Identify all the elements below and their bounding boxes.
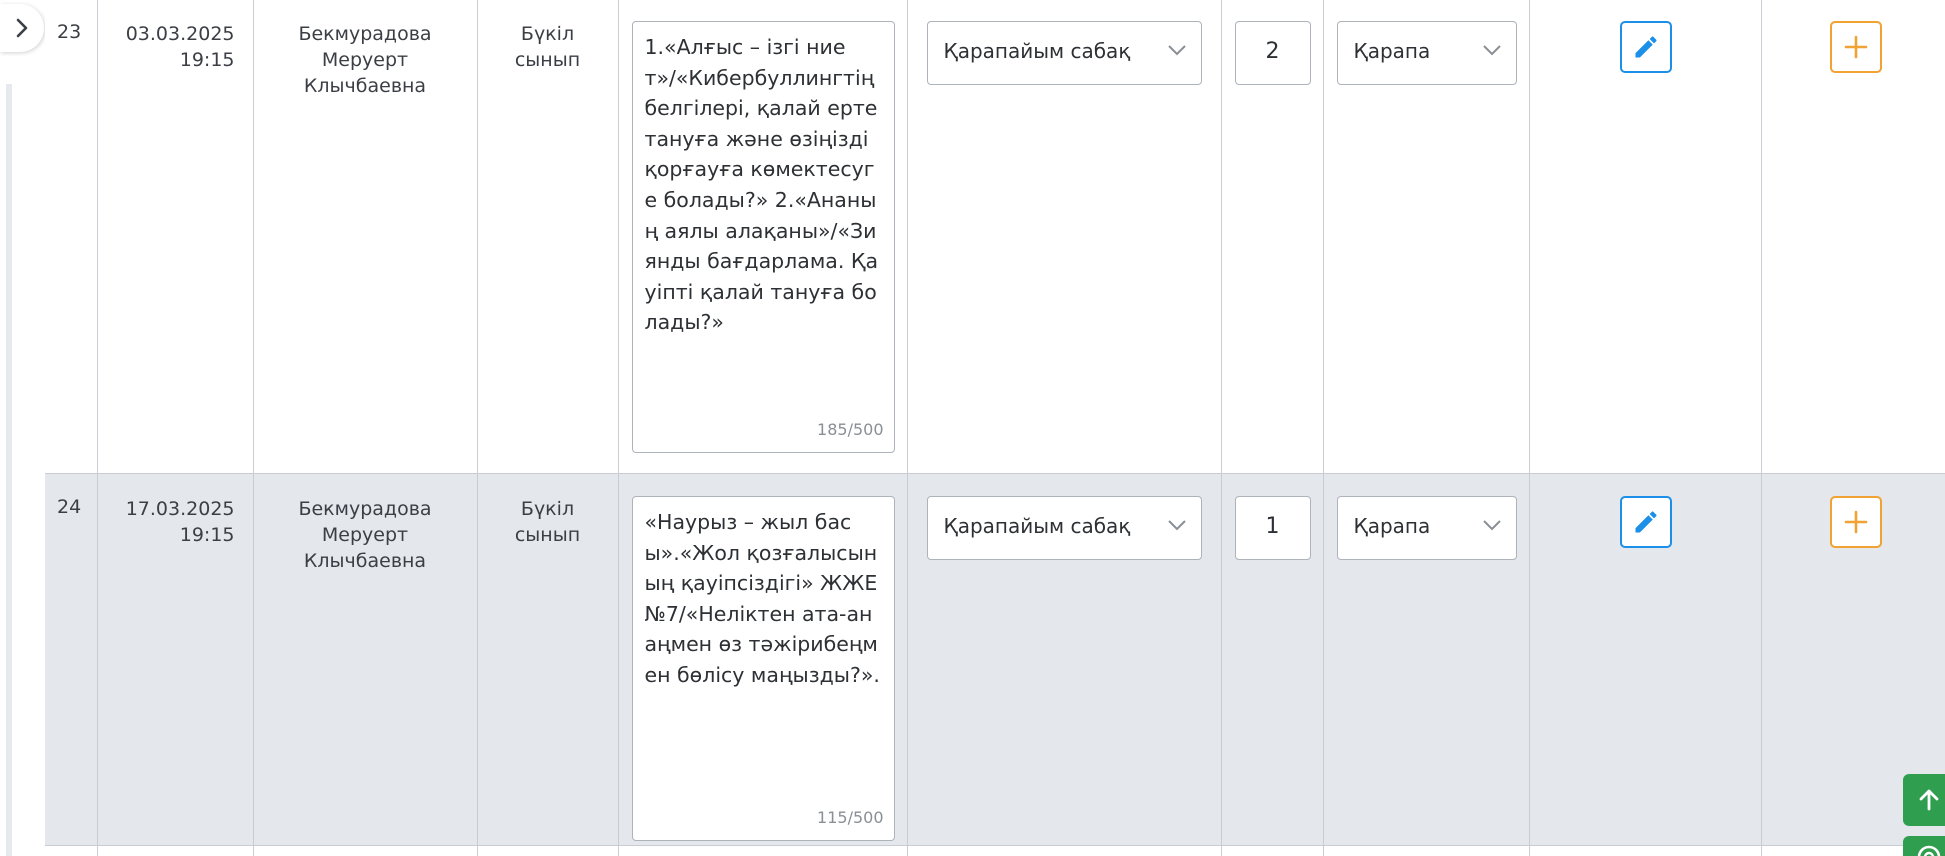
type2-cell: Қарапа (1323, 0, 1530, 474)
topic-textarea[interactable]: 1.«Алғыс – ізгі ниет»/«Кибербуллингтің б… (631, 21, 895, 453)
teacher-name: Бекмурадова Меруерт Клычбаевна (253, 473, 478, 846)
group-line-1: Бүкіл (520, 498, 575, 520)
lesson-time: 19:15 (179, 49, 235, 71)
pencil-icon (1635, 511, 1656, 533)
chevron-down-icon (1482, 45, 1501, 56)
edit-button[interactable] (1619, 496, 1672, 548)
row-number: 24 (45, 473, 98, 846)
hours-input[interactable]: 1 (1234, 496, 1311, 560)
chevron-down-icon (1482, 520, 1501, 531)
edit-cell (1529, 0, 1762, 474)
topic-cell: «Наурыз – жыл басы».«Жол қозғалысының қа… (618, 473, 908, 846)
add-button[interactable] (1829, 21, 1882, 73)
teacher-first-name: Меруерт (321, 49, 409, 71)
hours-cell: 2 (1221, 0, 1324, 474)
lesson-date: 17.03.2025 (125, 498, 235, 520)
scroll-top-button[interactable] (1903, 774, 1945, 826)
add-button[interactable] (1829, 496, 1882, 548)
teacher-surname: Бекмурадова (298, 23, 432, 45)
topic-char-counter: 115/500 (817, 808, 884, 828)
type2-cell (1323, 845, 1530, 856)
help-button[interactable] (1903, 836, 1945, 856)
lesson-date: 03.03.2025 (125, 23, 235, 45)
teacher-patronymic: Клычбаевна (303, 75, 427, 97)
plus-icon (1844, 510, 1867, 534)
teacher-name (253, 845, 478, 856)
sidebar-rail (6, 84, 12, 856)
type2-select[interactable]: Қарапа (1336, 21, 1517, 85)
arrow-up-icon (1919, 789, 1939, 811)
chevron-down-icon (1167, 45, 1186, 56)
teacher-first-name: Меруерт (321, 524, 409, 546)
row-number (45, 845, 98, 856)
lesson-time: 19:15 (179, 524, 235, 546)
lesson-datetime (97, 845, 254, 856)
lesson-type-value: Қарапайым сабақ (943, 39, 1131, 63)
lesson-type-select[interactable]: Қарапайым сабақ (926, 496, 1202, 560)
lesson-type-cell: Қарапайым сабақ (907, 473, 1222, 846)
topic-cell (618, 845, 908, 856)
lesson-journal-table: 23 03.03.2025 19:15 Бекмурадова Меруерт … (45, 0, 1945, 856)
teacher-patronymic: Клычбаевна (303, 550, 427, 572)
sidebar-toggle-button[interactable] (0, 4, 44, 52)
topic-char-counter: 185/500 (817, 420, 884, 440)
topic-text: 1.«Алғыс – ізгі ниет»/«Кибербуллингтің б… (644, 35, 879, 335)
plus-icon (1844, 35, 1867, 59)
hours-input[interactable]: 2 (1234, 21, 1311, 85)
hours-cell: 1 (1221, 473, 1324, 846)
hours-cell (1221, 845, 1324, 856)
teacher-surname: Бекмурадова (298, 498, 432, 520)
topic-cell: 1.«Алғыс – ізгі ниет»/«Кибербуллингтің б… (618, 0, 908, 474)
chevron-down-icon (1167, 520, 1186, 531)
type2-value: Қарапа (1353, 514, 1431, 538)
type2-cell: Қарапа (1323, 473, 1530, 846)
add-cell (1761, 0, 1945, 474)
table-row: 23 03.03.2025 19:15 Бекмурадова Меруерт … (45, 0, 1945, 474)
edit-cell (1529, 845, 1762, 856)
lesson-type-value: Қарапайым сабақ (943, 514, 1131, 538)
group-line-1: Бүкіл (520, 23, 575, 45)
help-icon (1917, 845, 1941, 856)
lesson-type-cell: Қарапайым сабақ (907, 0, 1222, 474)
class-group: Бүкіл сынып (477, 473, 619, 846)
chevron-right-icon (16, 18, 28, 38)
topic-text: «Наурыз – жыл басы».«Жол қозғалысының қа… (644, 510, 880, 687)
lesson-type-cell (907, 845, 1222, 856)
class-group (477, 845, 619, 856)
table-row (45, 845, 1945, 856)
group-line-2: сынып (514, 49, 581, 71)
row-number: 23 (45, 0, 98, 474)
topic-textarea[interactable]: «Наурыз – жыл басы».«Жол қозғалысының қа… (631, 496, 895, 841)
lesson-datetime: 03.03.2025 19:15 (97, 0, 254, 474)
pencil-icon (1635, 36, 1656, 58)
class-group: Бүкіл сынып (477, 0, 619, 474)
type2-value: Қарапа (1353, 39, 1431, 63)
sidebar-strip (0, 0, 44, 856)
table-row: 24 17.03.2025 19:15 Бекмурадова Меруерт … (45, 473, 1945, 846)
type2-select[interactable]: Қарапа (1336, 496, 1517, 560)
group-line-2: сынып (514, 524, 581, 546)
edit-cell (1529, 473, 1762, 846)
lesson-type-select[interactable]: Қарапайым сабақ (926, 21, 1202, 85)
teacher-name: Бекмурадова Меруерт Клычбаевна (253, 0, 478, 474)
lesson-datetime: 17.03.2025 19:15 (97, 473, 254, 846)
edit-button[interactable] (1619, 21, 1672, 73)
